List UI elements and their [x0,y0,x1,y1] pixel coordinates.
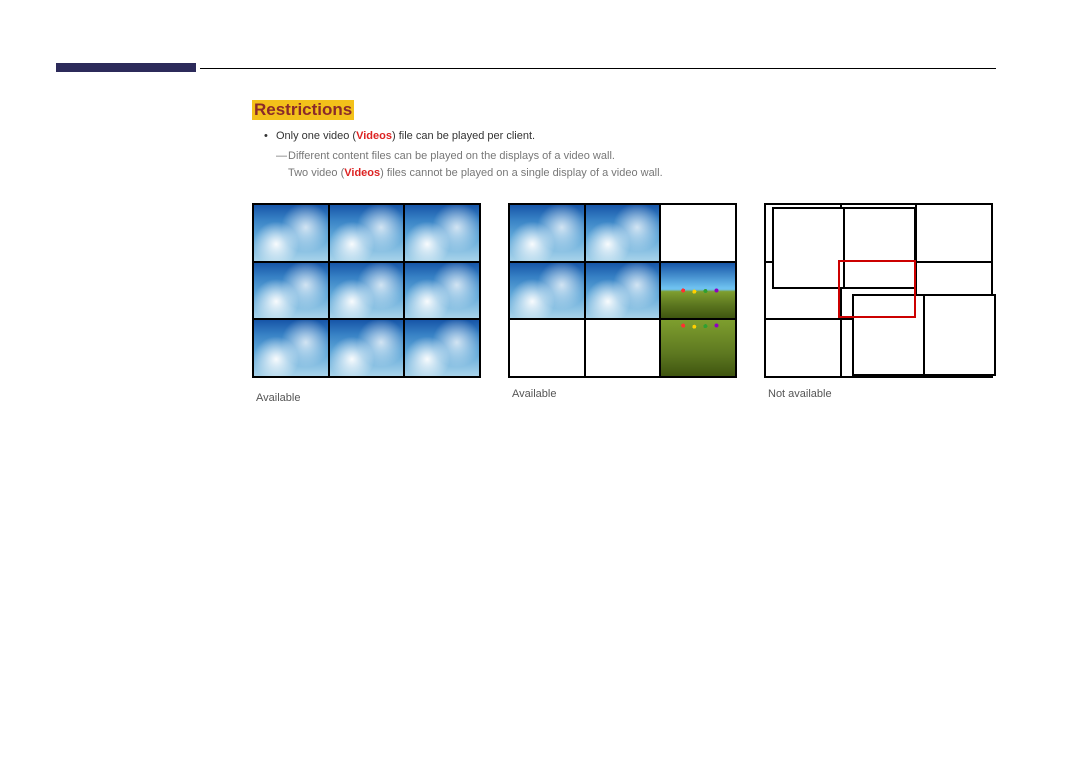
grid-cell [405,263,479,319]
grid-cell [330,320,404,376]
figure-2-grid [508,203,737,378]
figure-3: Not available [764,203,993,404]
grid-cell [254,320,328,376]
grid-cell [586,205,660,261]
grid-cell [254,263,328,319]
grid-cell [661,263,735,319]
grid-cell [510,263,584,319]
grid-cell [330,205,404,261]
figure-3-wrap [764,203,993,378]
grid-cell-empty [766,320,840,376]
bullet1-highlight: Videos [356,130,392,142]
figure-1: Available [252,203,481,404]
figure-3-video-b [852,294,996,376]
header-accent-bar [56,63,196,72]
figure-3-video-a [772,207,916,289]
main-content: Restrictions • Only one video (Videos) f… [252,100,996,404]
figure-2-caption: Available [512,388,737,400]
grid-cell [661,320,735,376]
sub2-post: ) files cannot be played on a single dis… [380,167,663,179]
dash-icon: ― [276,148,288,165]
sub2-pre: Two video ( [288,167,344,179]
figure-1-caption: Available [256,392,481,404]
video-b-right [925,296,994,374]
sub1-text: Different content files can be played on… [288,150,615,162]
restriction-bullet-1-text: Only one video (Videos) file can be play… [276,130,996,142]
grid-cell [405,205,479,261]
grid-cell [405,320,479,376]
grid-cell-empty [917,205,991,261]
grid-cell [254,205,328,261]
grid-cell-empty [586,320,660,376]
grid-cell [330,263,404,319]
sub2-highlight: Videos [344,167,380,179]
restriction-sub-block: ―Different content files can be played o… [276,148,996,181]
dash-spacer [276,165,288,182]
figure-row: Available Available [252,203,996,404]
bullet1-pre: Only one video ( [276,130,356,142]
figure-3-caption: Not available [768,388,993,400]
grid-cell-empty [661,205,735,261]
figure-2: Available [508,203,737,404]
bullet-dot-icon: • [264,130,276,142]
grid-cell [510,205,584,261]
grid-cell [586,263,660,319]
grid-cell-empty [510,320,584,376]
figure-1-grid [252,203,481,378]
restrictions-heading: Restrictions [252,100,354,120]
video-a-left [774,209,843,287]
bullet1-post: ) file can be played per client. [392,130,535,142]
restriction-bullet-1: • Only one video (Videos) file can be pl… [264,130,996,142]
video-a-right [845,209,914,287]
video-b-left [854,296,923,374]
header-rule [200,68,996,69]
